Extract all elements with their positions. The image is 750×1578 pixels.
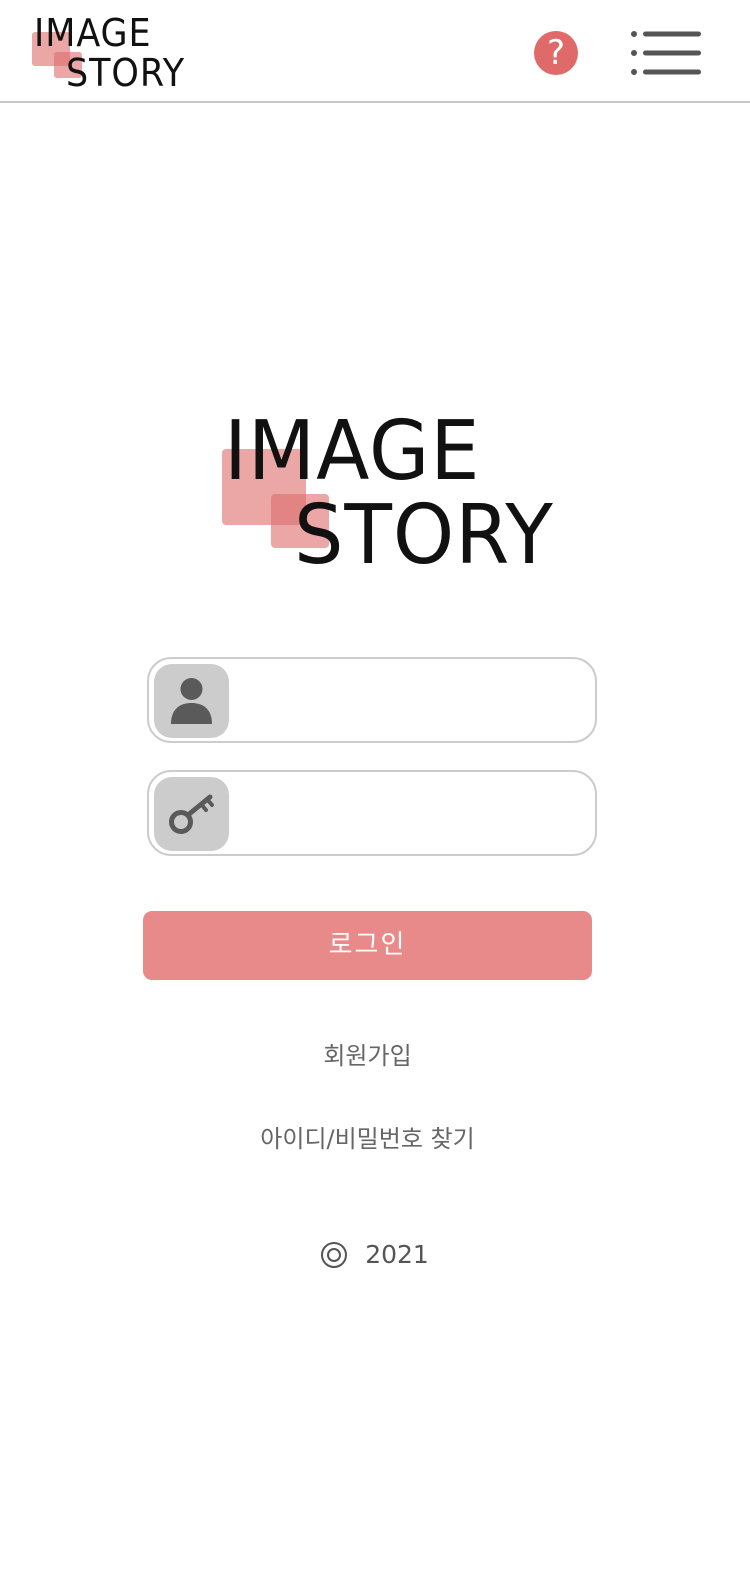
main-logo-line2: STORY — [294, 488, 554, 583]
header-logo-line2: STORY — [66, 51, 186, 95]
id-field-icon-box — [154, 664, 229, 738]
password-input[interactable] — [241, 782, 585, 846]
copyright-year: 2021 — [365, 1240, 429, 1269]
login-button[interactable]: 로그인 — [143, 911, 592, 980]
question-circle-icon: ? — [546, 33, 566, 73]
password-field-icon-box — [154, 777, 229, 851]
id-field — [147, 657, 597, 743]
app-header: IMAGE STORY ? — [0, 0, 750, 103]
user-icon — [171, 678, 212, 724]
main-logo: IMAGE STORY — [220, 405, 560, 585]
password-field — [147, 770, 597, 856]
signup-link[interactable]: 회원가입 — [0, 1036, 735, 1071]
main-logo-line1: IMAGE — [224, 404, 481, 499]
header-logo-line1: IMAGE — [34, 11, 152, 55]
id-input[interactable] — [241, 669, 585, 733]
find-account-link[interactable]: 아이디/비밀번호 찾기 — [0, 1119, 735, 1154]
login-page: IMAGE STORY ? IMAGE STORY 로그인 회원가입 아이디/비… — [0, 0, 750, 1578]
header-logo[interactable]: IMAGE STORY — [30, 10, 190, 96]
copyright-icon — [321, 1242, 348, 1268]
footer-copyright: 2021 — [0, 1240, 750, 1269]
menu-button[interactable] — [628, 28, 704, 78]
key-icon — [169, 794, 214, 834]
help-button[interactable]: ? — [534, 31, 578, 75]
hamburger-menu-icon — [631, 31, 701, 75]
